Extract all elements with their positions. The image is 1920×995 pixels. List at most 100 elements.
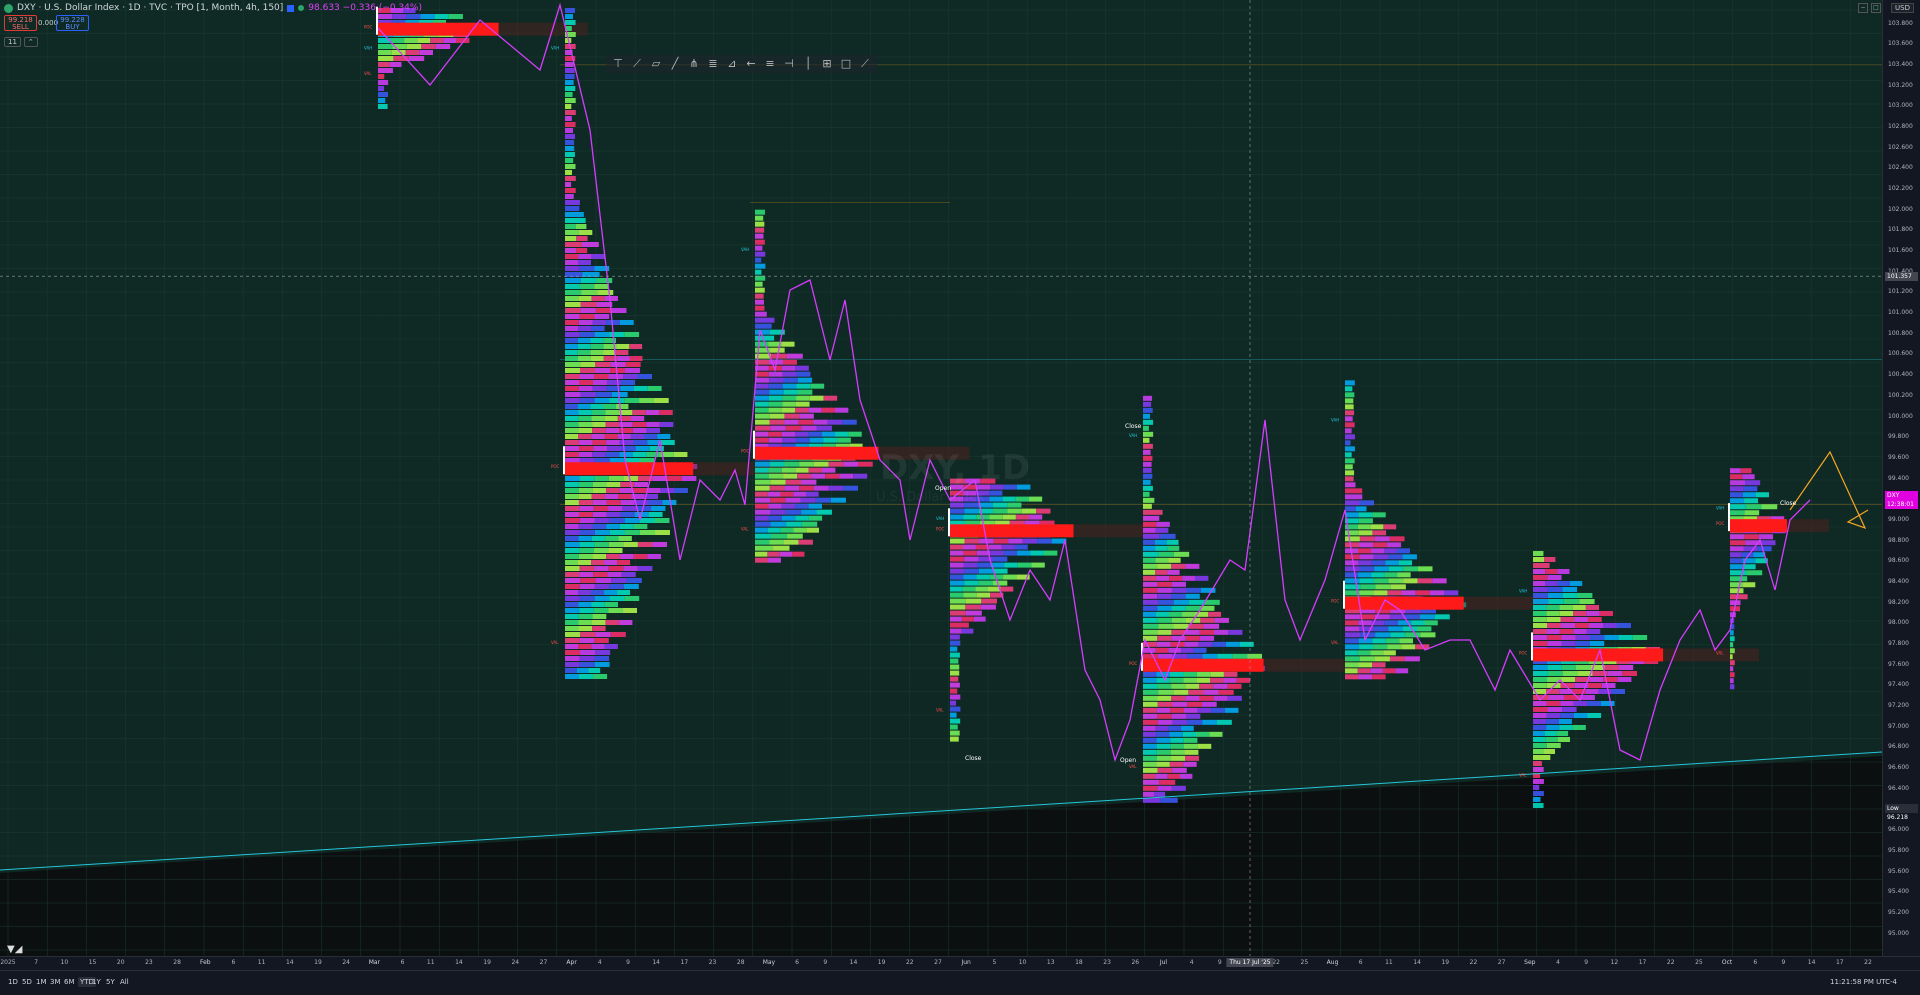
tpo-block [597,290,614,295]
price-axis[interactable]: 103.800 103.600 103.400 103.200 103.000 102.8… [1882,0,1920,956]
tpo-block [1533,556,1545,562]
grid-icon[interactable]: ⊞ [819,56,835,72]
trendline-icon[interactable]: ╱ [667,56,683,72]
tpo-block [606,380,621,385]
tpo-block [1357,650,1371,656]
tpo-block [755,281,763,287]
timeframe-button-5d[interactable]: 5D [22,978,32,986]
tpo-block [1546,616,1561,622]
tpo-block [1548,694,1564,700]
tpo-block [1143,611,1157,617]
tpo-block [963,550,977,556]
fib-icon[interactable]: ≣ [705,56,721,72]
vertical-line-icon[interactable]: │ [800,56,816,72]
tpo-block [633,440,648,445]
tpo-block [1157,617,1172,623]
tpo-block [617,590,631,595]
indicator-count[interactable]: 11 [4,37,21,47]
tpo-block [378,68,393,73]
timeframe-button-all[interactable]: All [120,978,129,986]
settings-icon[interactable]: − [1858,3,1868,13]
tpo-block [1143,719,1158,725]
tpo-block [1401,644,1416,650]
timeframe-button-5y[interactable]: 5Y [106,978,115,986]
tpo-block [565,608,580,613]
tpo-block [1617,622,1632,628]
tpo-block [1533,568,1546,574]
channel-icon[interactable]: ▱ [648,56,664,72]
arrow-left-icon[interactable]: ← [743,56,759,72]
timeframe-button-1m[interactable]: 1M [36,978,47,986]
timeframe-button-3m[interactable]: 3M [50,978,61,986]
tpo-block [1031,562,1045,568]
tpo-block [565,8,576,13]
tpo-block [769,413,785,419]
tpo-block [950,592,964,598]
indicator-toggle[interactable]: ⌃ [23,37,38,47]
tpo-block [784,461,800,467]
buy-button[interactable]: 99.228 BUY [56,15,89,31]
symbol-title[interactable]: DXY · U.S. Dollar Index · 1D · TVC · TPO… [17,3,283,13]
tpo-block [1730,648,1735,654]
tradingview-logo-icon[interactable]: ▼◢ [7,944,22,955]
tpo-block [1021,508,1037,514]
tpo-block [580,650,596,655]
tpo-block [1143,431,1154,437]
rectangle-icon[interactable]: □ [838,56,854,72]
tpo-block [1545,580,1558,586]
pin-icon[interactable]: ⊤ [610,56,626,72]
tpo-block [1185,629,1200,635]
time-axis-label: 28 [736,959,745,966]
price-axis-label: 98.200 [1888,598,1909,606]
time-axis-label: 22 [1469,959,1478,966]
clock[interactable]: 11:21:58 PM UTC-4 [1830,978,1897,986]
tpo-block [801,425,817,431]
trend-angle-icon[interactable]: ⟋ [629,56,645,72]
tpo-block [755,509,771,515]
time-axis-label: 15 [88,959,97,966]
tpo-block [565,506,580,511]
time-axis-label: 13 [1046,959,1055,966]
maximize-icon[interactable]: □ [1871,3,1881,13]
tpo-block [1402,554,1417,560]
tpo-block [1345,620,1359,626]
timeframe-button-6m[interactable]: 6M [64,978,75,986]
tpo-block [1533,550,1544,556]
tpo-block [755,497,771,503]
tpo-block [805,491,819,497]
tpo-block [1203,689,1219,695]
timeframe-button-1y[interactable]: 1Y [92,978,101,986]
time-axis-label: 7 [34,959,39,966]
tpo-block [1155,725,1169,731]
tpo-block [581,242,599,247]
tpo-block [565,272,583,277]
line-tool-icon[interactable]: ⟋ [857,56,873,72]
sell-button[interactable]: 99.218 SELL [4,15,37,31]
tpo-block [565,518,580,523]
tpo-block [992,556,1008,562]
ray-icon[interactable]: ⊣ [781,56,797,72]
tpo-block [1345,386,1353,392]
timeframe-button-1d[interactable]: 1D [8,978,18,986]
time-axis-label: 22 [1864,959,1872,966]
tpo-block [1533,712,1547,718]
price-axis-label: 101.200 [1888,288,1913,296]
gann-icon[interactable]: ⊿ [724,56,740,72]
tpo-block [1533,724,1547,730]
tpo-block [594,530,610,535]
time-axis[interactable]: 2025 7 10 15 20 23 28 Feb 6 11 14 19 24 Mar 6 11 14 19 24 2… [0,956,1920,971]
tpo-block [1730,654,1733,660]
time-axis-label: 18 [1075,959,1083,966]
tpo-block [1185,605,1201,611]
tpo-block [1587,616,1602,622]
tpo-block [1185,713,1201,719]
price-axis-label: 103.200 [1888,81,1913,89]
currency-button[interactable]: USD [1891,3,1914,13]
tpo-block [989,514,1003,520]
price-axis-label: 101.800 [1888,226,1913,234]
tpo-block [782,371,797,377]
tpo-block [659,422,674,427]
pitchfork-icon[interactable]: ⋔ [686,56,702,72]
parallel-icon[interactable]: ≡ [762,56,778,72]
tpo-block [578,488,593,493]
